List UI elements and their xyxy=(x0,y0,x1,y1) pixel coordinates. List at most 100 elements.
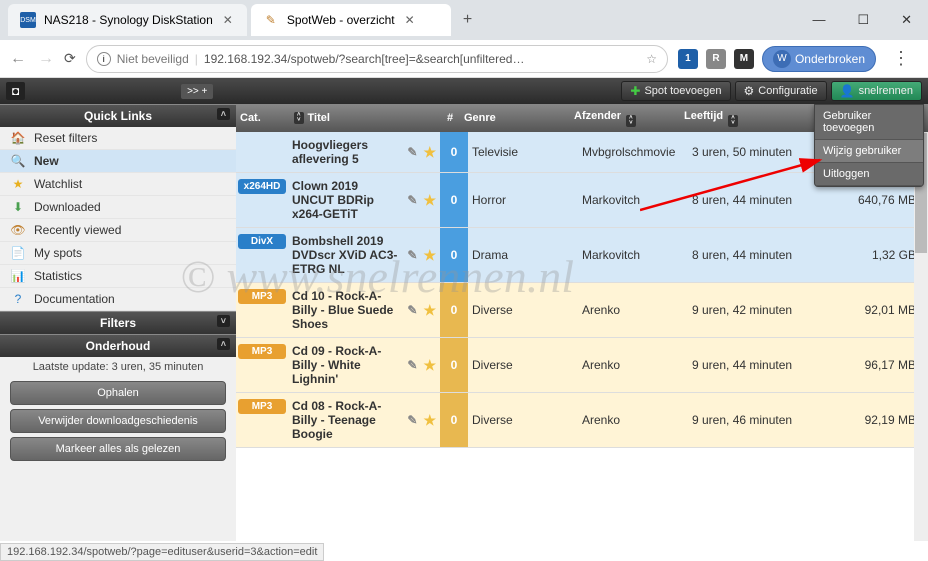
button-label: Configuratie xyxy=(758,85,817,97)
browser-tab-active[interactable]: ✎ SpotWeb - overzicht ✕ xyxy=(251,4,451,36)
mark-read-button[interactable]: Markeer alles als gelezen xyxy=(10,437,226,461)
star-icon[interactable]: ★ xyxy=(423,247,436,264)
menu-button[interactable]: ⋮ xyxy=(884,48,918,69)
col-header-sender[interactable]: Afzender ˄˅ xyxy=(574,110,684,127)
edit-icon[interactable]: ✎ xyxy=(407,358,417,372)
edit-icon[interactable]: ✎ xyxy=(407,303,417,317)
row-sender: Arenko xyxy=(578,358,688,372)
extension-icon[interactable]: 1 xyxy=(678,49,698,69)
item-icon: 📊 xyxy=(10,269,26,283)
comment-count[interactable]: 0 xyxy=(440,338,468,392)
maximize-button[interactable]: ☐ xyxy=(849,8,877,32)
minimize-button[interactable]: — xyxy=(804,8,833,32)
table-row[interactable]: MP3Cd 08 - Rock-A-Billy - Teenage Boogie… xyxy=(236,393,928,448)
url-field[interactable]: i Niet beveiligd | 192.168.192.34/spotwe… xyxy=(86,45,668,73)
star-icon[interactable]: ★ xyxy=(423,144,436,161)
profile-button[interactable]: W Onderbroken xyxy=(762,46,876,72)
chevron-up-icon[interactable]: ˄ xyxy=(217,108,230,120)
sort-icon[interactable]: ˄˅ xyxy=(626,115,636,127)
forward-collapse-button[interactable]: >> + xyxy=(181,84,213,99)
item-icon: 🔍 xyxy=(10,154,26,168)
col-header-genre[interactable]: Genre xyxy=(464,112,574,124)
star-icon[interactable]: ★ xyxy=(423,357,436,374)
tab-favicon: DSM xyxy=(20,12,36,28)
fetch-button[interactable]: Ophalen xyxy=(10,381,226,405)
close-button[interactable]: ✕ xyxy=(893,8,920,32)
sort-icon[interactable]: ˄˅ xyxy=(728,115,738,127)
new-tab-button[interactable]: + xyxy=(455,11,480,29)
sidebar-item-statistics[interactable]: 📊 Statistics xyxy=(0,265,236,288)
comment-count[interactable]: 0 xyxy=(440,393,468,447)
table-row[interactable]: DivXBombshell 2019 DVDscr XViD AC3-ETRG … xyxy=(236,228,928,283)
config-button[interactable]: ⚙ Configuratie xyxy=(735,81,827,101)
sidebar-item-label: Statistics xyxy=(34,269,82,283)
browser-tab[interactable]: DSM NAS218 - Synology DiskStation ✕ xyxy=(8,4,247,36)
star-icon[interactable]: ★ xyxy=(423,302,436,319)
comment-count[interactable]: 0 xyxy=(440,228,468,282)
forward-button[interactable]: → xyxy=(38,50,54,68)
chevron-up-icon[interactable]: ˄ xyxy=(217,338,230,350)
comment-count[interactable]: 0 xyxy=(440,132,468,172)
star-icon[interactable]: ☆ xyxy=(646,52,657,66)
panel-header-maintenance[interactable]: Onderhoud ˄ xyxy=(0,334,236,357)
table-row[interactable]: MP3 Cd 09 - Rock-A-Billy - White Lighnin'… xyxy=(236,338,928,393)
panel-header-filters[interactable]: Filters ˅ xyxy=(0,311,236,334)
sidebar-item-reset-filters[interactable]: 🏠Reset filters xyxy=(0,127,236,150)
edit-icon[interactable]: ✎ xyxy=(407,145,417,159)
sidebar-item-label: Recently viewed xyxy=(34,223,121,237)
table-row[interactable]: MP3Cd 10 - Rock-A-Billy - Blue Suede Sho… xyxy=(236,283,928,338)
info-icon[interactable]: i xyxy=(97,52,111,66)
extension-icon[interactable]: R xyxy=(706,49,726,69)
comment-count[interactable]: 0 xyxy=(440,173,468,227)
reload-button[interactable]: ⟳ xyxy=(64,50,76,67)
edit-icon[interactable]: ✎ xyxy=(407,413,417,427)
user-menu-item[interactable]: Uitloggen xyxy=(815,163,923,186)
row-title: Cd 09 - Rock-A-Billy - White Lighnin' xyxy=(292,344,401,386)
sort-icon[interactable]: ˄˅ xyxy=(294,112,304,124)
extension-icon[interactable]: M xyxy=(734,49,754,69)
sidebar-item-watchlist[interactable]: ★Watchlist xyxy=(0,173,236,196)
panel-title: Onderhoud xyxy=(86,339,151,353)
sidebar-item-recently-viewed[interactable]: 👁Recently viewed xyxy=(0,219,236,242)
add-spot-button[interactable]: ✚ Spot toevoegen xyxy=(621,81,730,101)
sidebar-item-label: New xyxy=(34,154,59,168)
back-button[interactable]: ← xyxy=(10,50,26,68)
user-icon: 👤 xyxy=(840,84,855,98)
row-genre: Televisie xyxy=(468,145,578,159)
address-bar: ← → ⟳ i Niet beveiligd | 192.168.192.34/… xyxy=(0,40,928,78)
user-menu-item[interactable]: Gebruiker toevoegen xyxy=(815,105,923,140)
sidebar-item-downloaded[interactable]: ⬇Downloaded xyxy=(0,196,236,219)
pin-icon[interactable]: ◘ xyxy=(6,82,25,100)
category-tag: x264HD xyxy=(238,179,286,194)
col-header-age[interactable]: Leeftijd ˄˅ xyxy=(684,110,834,127)
category-tag: MP3 xyxy=(238,344,286,359)
edit-icon[interactable]: ✎ xyxy=(407,193,417,207)
col-header-cat[interactable]: Cat. xyxy=(240,112,292,124)
last-update-label: Laatste update: 3 uren, 35 minuten xyxy=(0,357,236,377)
comment-count[interactable]: 0 xyxy=(440,283,468,337)
row-title: Cd 08 - Rock-A-Billy - Teenage Boogie xyxy=(292,399,401,441)
user-menu-item[interactable]: Wijzig gebruiker xyxy=(815,140,923,163)
col-header-title[interactable]: ˄˅Titel xyxy=(292,112,436,124)
col-header-num[interactable]: # xyxy=(436,112,464,124)
panel-title: Filters xyxy=(100,316,136,330)
sidebar-item-my-spots[interactable]: 📄My spots xyxy=(0,242,236,265)
row-sender: Markovitch xyxy=(578,248,688,262)
star-icon[interactable]: ★ xyxy=(423,192,436,209)
row-title: Bombshell 2019 DVDscr XViD AC3-ETRG NL xyxy=(292,234,401,276)
user-button[interactable]: 👤 snelrennen xyxy=(831,81,922,101)
row-sender: Mvbgrolschmovie xyxy=(578,145,688,159)
sidebar-item-documentation[interactable]: ?Documentation xyxy=(0,288,236,311)
gear-icon: ⚙ xyxy=(744,84,755,98)
edit-icon[interactable]: ✎ xyxy=(407,248,417,262)
star-icon[interactable]: ★ xyxy=(423,412,436,429)
clear-history-button[interactable]: Verwijder downloadgeschiedenis xyxy=(10,409,226,433)
row-age: 9 uren, 46 minuten xyxy=(688,413,838,427)
scrollbar[interactable] xyxy=(914,132,928,541)
chevron-down-icon[interactable]: ˅ xyxy=(217,315,230,327)
panel-header-quicklinks[interactable]: Quick Links ˄ xyxy=(0,104,236,127)
close-icon[interactable]: ✕ xyxy=(403,11,417,29)
close-icon[interactable]: ✕ xyxy=(221,11,235,29)
sidebar-item-new[interactable]: 🔍 New xyxy=(0,150,236,173)
app-toolbar: ◘ >> + ✚ Spot toevoegen ⚙ Configuratie 👤… xyxy=(0,78,928,104)
